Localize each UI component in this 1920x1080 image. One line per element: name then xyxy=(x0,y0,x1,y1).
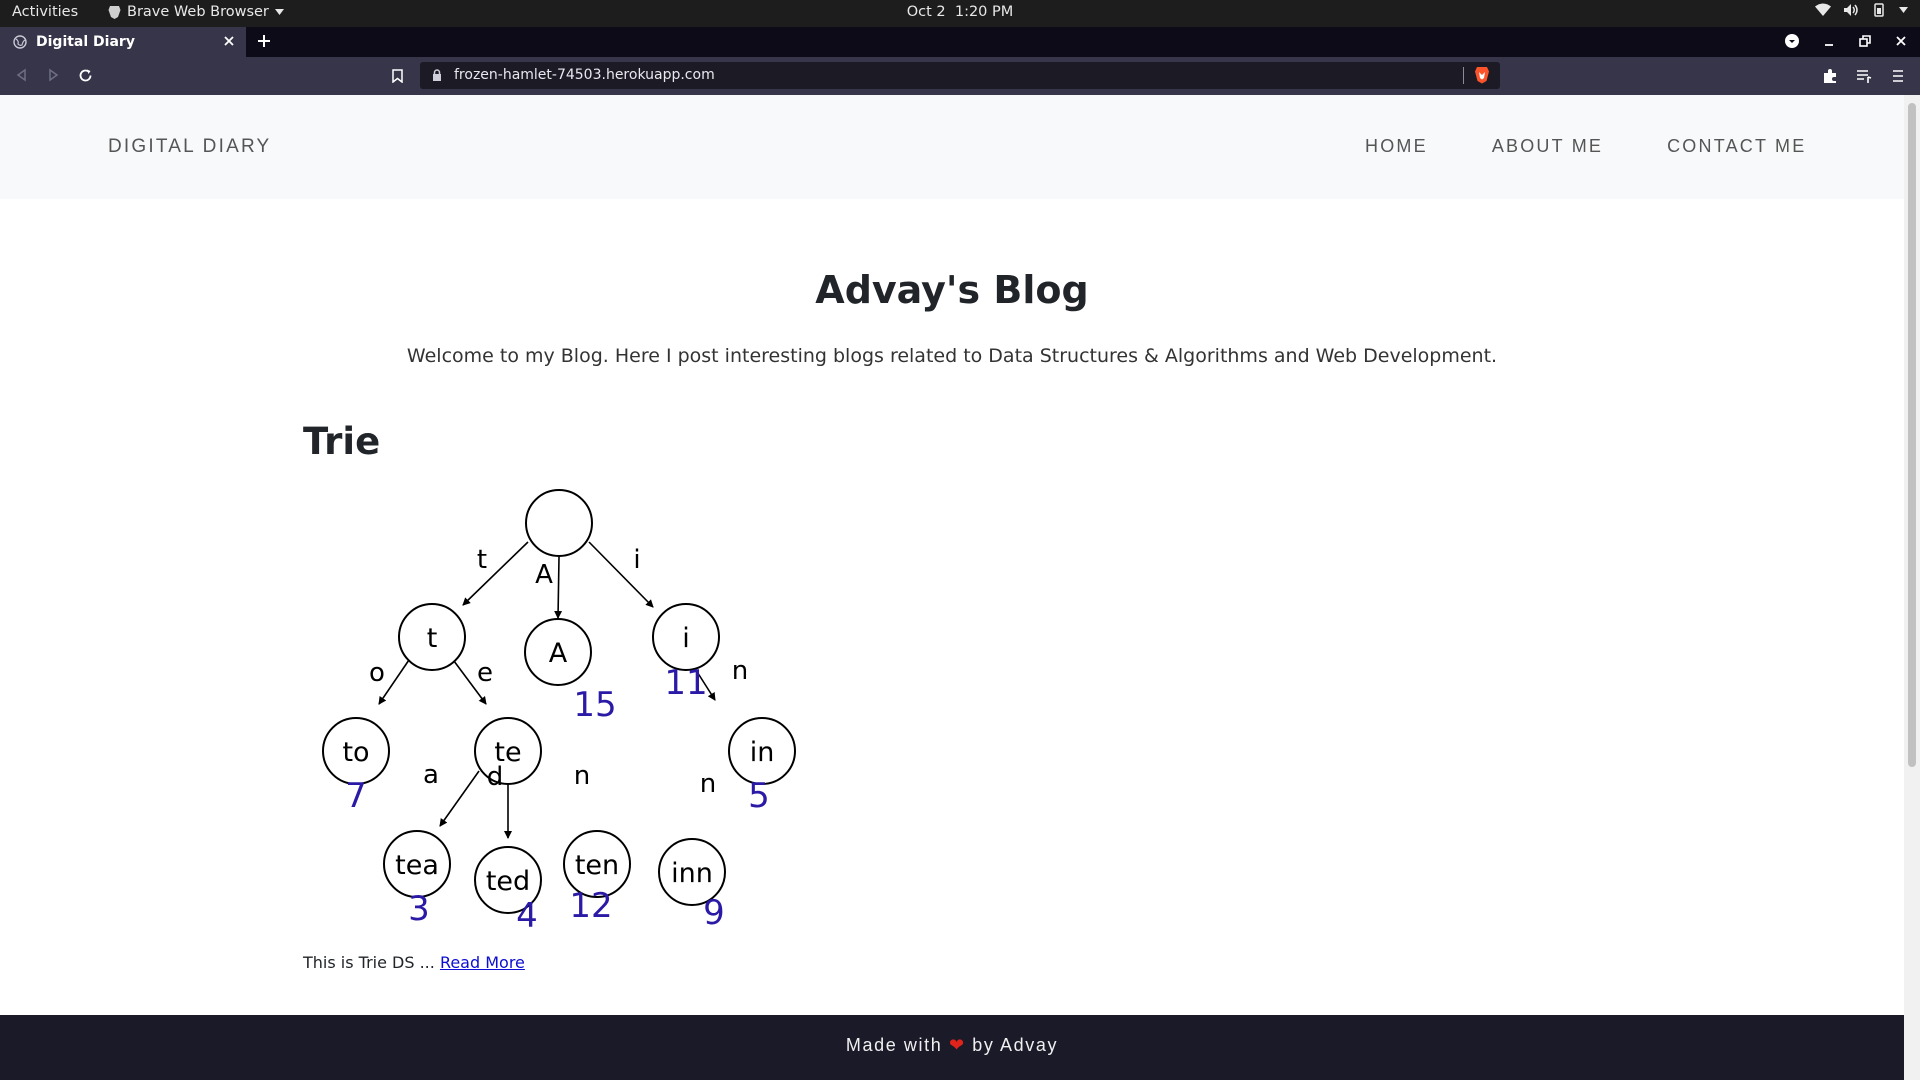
edge-label: t xyxy=(477,545,487,575)
trie-node-label: inn xyxy=(671,858,713,889)
edge-root-t xyxy=(462,541,529,606)
trie-node-label: i xyxy=(682,623,690,654)
edge-label: o xyxy=(369,658,385,688)
edge-label: d xyxy=(487,762,504,792)
page-scrollbar[interactable] xyxy=(1904,95,1920,1080)
clock: Oct 2 1:20 PM xyxy=(0,4,1920,20)
edge-label: A xyxy=(535,560,553,590)
edge-root-A xyxy=(554,556,563,619)
media-queue-icon[interactable] xyxy=(1856,68,1872,84)
word-count: 12 xyxy=(569,886,612,926)
page-viewport: DIGITAL DIARY HOME ABOUT ME CONTACT ME A… xyxy=(0,95,1904,1080)
activities-button[interactable]: Activities xyxy=(12,4,78,20)
read-more-link[interactable]: Read More xyxy=(440,953,525,972)
forward-icon[interactable] xyxy=(46,68,60,82)
site-nav-links: HOME ABOUT ME CONTACT ME xyxy=(1365,136,1806,157)
restore-icon[interactable] xyxy=(1858,34,1872,48)
extensions-icon[interactable] xyxy=(1822,68,1838,84)
browser-toolbar: frozen-hamlet-74503.herokuapp.com xyxy=(0,57,1920,95)
tab-search-icon[interactable] xyxy=(1784,33,1800,49)
heart-icon: ❤ xyxy=(948,1035,966,1055)
tab-digital-diary[interactable]: Digital Diary xyxy=(0,27,246,57)
tab-strip: Digital Diary xyxy=(0,27,1920,57)
word-count: 11 xyxy=(664,663,707,703)
lock-icon[interactable] xyxy=(432,69,442,81)
trie-node-label: to xyxy=(342,737,369,768)
trie-diagram-image: t A i to te in tea ted ten inn t A i o e… xyxy=(322,489,796,936)
word-count: 15 xyxy=(573,685,616,725)
close-window-icon[interactable] xyxy=(1894,34,1908,48)
globe-icon xyxy=(13,35,27,49)
word-count: 4 xyxy=(516,896,538,936)
os-top-bar: Activities Brave Web Browser Oct 2 1:20 … xyxy=(0,0,1920,27)
nav-home-link[interactable]: HOME xyxy=(1365,136,1428,157)
word-count: 5 xyxy=(748,776,770,816)
nav-contact-me-link[interactable]: CONTACT ME xyxy=(1667,136,1806,157)
trie-node-label: A xyxy=(549,638,568,669)
app-menu[interactable]: Brave Web Browser xyxy=(108,4,284,20)
edge-label: a xyxy=(423,760,439,790)
system-menu-caret-icon xyxy=(1899,7,1908,13)
post-title: Trie xyxy=(303,420,381,463)
reload-icon[interactable] xyxy=(78,68,93,83)
scrollbar-thumb[interactable] xyxy=(1908,103,1916,767)
edge-te-tea xyxy=(439,770,480,827)
caret-down-icon xyxy=(274,9,284,15)
url-text[interactable]: frozen-hamlet-74503.herokuapp.com xyxy=(454,67,715,83)
brave-lion-icon xyxy=(108,5,121,19)
toolbar-right-icons xyxy=(1822,68,1906,84)
trie-node-label: in xyxy=(750,737,775,768)
app-menu-label: Brave Web Browser xyxy=(127,4,269,20)
site-brand-link[interactable]: DIGITAL DIARY xyxy=(108,136,271,158)
footer-suffix: by Advay xyxy=(972,1035,1059,1055)
trie-node-label: ted xyxy=(486,866,530,897)
edge-label: n xyxy=(700,769,716,799)
trie-node-label: tea xyxy=(395,850,439,881)
word-count: 7 xyxy=(345,776,367,816)
edge-label: n xyxy=(732,656,748,686)
close-tab-icon[interactable] xyxy=(222,34,236,48)
new-tab-plus-icon[interactable] xyxy=(256,33,272,49)
trie-node-label: t xyxy=(427,623,438,654)
edge-label: i xyxy=(633,545,640,575)
address-bar-divider xyxy=(1463,67,1464,84)
nav-about-me-link[interactable]: ABOUT ME xyxy=(1492,136,1603,157)
back-icon[interactable] xyxy=(15,68,29,82)
trie-node-label: ten xyxy=(575,850,619,881)
edge-root-i xyxy=(588,541,654,608)
window-controls xyxy=(1784,33,1908,49)
brave-shields-icon[interactable] xyxy=(1474,66,1490,84)
word-count: 3 xyxy=(408,889,430,929)
page-subtitle: Welcome to my Blog. Here I post interest… xyxy=(406,345,1498,367)
footer-text: Made with ❤ by Advay xyxy=(0,1035,1904,1056)
system-tray[interactable] xyxy=(1815,3,1908,17)
minimize-icon[interactable] xyxy=(1822,34,1836,48)
post-excerpt-text: This is Trie DS ... xyxy=(303,953,435,972)
clock-time[interactable]: 1:20 PM xyxy=(955,4,1013,20)
battery-icon xyxy=(1871,3,1887,17)
site-navbar: DIGITAL DIARY HOME ABOUT ME CONTACT ME xyxy=(0,95,1904,199)
menu-icon[interactable] xyxy=(1890,68,1906,84)
page-title: Advay's Blog xyxy=(815,268,1089,312)
edge-label: e xyxy=(477,658,493,688)
post-excerpt: This is Trie DS ... Read More xyxy=(303,953,525,972)
address-bar[interactable]: frozen-hamlet-74503.herokuapp.com xyxy=(420,62,1500,89)
site-footer: Made with ❤ by Advay xyxy=(0,1015,1904,1080)
footer-prefix: Made with xyxy=(845,1035,943,1055)
trie-word-counts: 15 11 7 5 3 4 12 9 xyxy=(345,663,770,936)
clock-date[interactable]: Oct 2 xyxy=(907,4,946,20)
edge-label: n xyxy=(574,761,590,791)
trie-node-root xyxy=(525,489,593,557)
wifi-icon xyxy=(1815,3,1831,17)
word-count: 9 xyxy=(703,893,725,933)
trie-nodes xyxy=(322,489,796,914)
tab-title: Digital Diary xyxy=(36,34,135,50)
bookmark-icon[interactable] xyxy=(392,69,403,83)
volume-icon xyxy=(1843,3,1859,17)
